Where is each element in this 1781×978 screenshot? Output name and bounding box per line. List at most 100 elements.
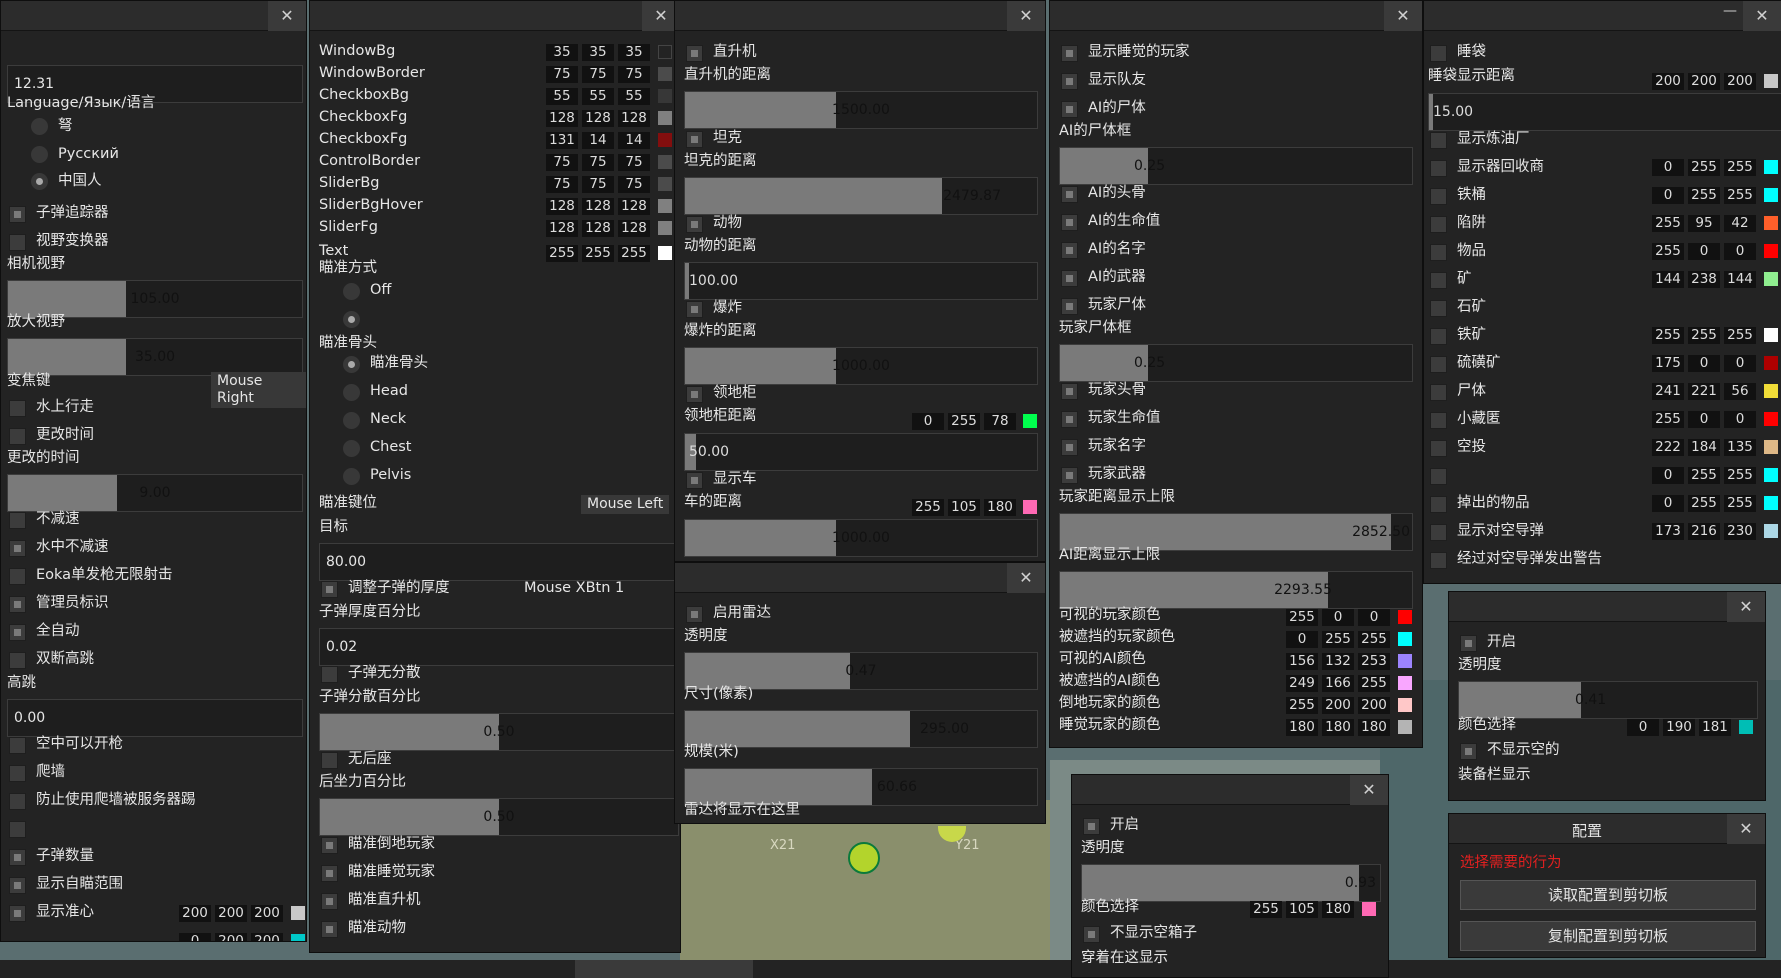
color-swatch[interactable] xyxy=(1398,720,1412,734)
player-corpse-slider[interactable]: 0.25 xyxy=(1059,344,1413,382)
color-g[interactable]: 95 xyxy=(1688,215,1720,232)
color-swatch[interactable] xyxy=(658,155,672,169)
color-b[interactable]: 78 xyxy=(984,413,1016,430)
radio-lang-2[interactable] xyxy=(31,146,48,163)
color-swatch[interactable] xyxy=(658,177,672,191)
team-checkbox[interactable] xyxy=(1061,73,1078,90)
color-b[interactable]: 128 xyxy=(618,220,650,237)
radio-lang-1[interactable] xyxy=(31,118,48,135)
color-b[interactable]: 255 xyxy=(1724,327,1756,344)
animal-checkbox[interactable] xyxy=(686,216,703,233)
color-b[interactable]: 35 xyxy=(618,44,650,61)
color-r[interactable]: 255 xyxy=(1652,411,1684,428)
load-config-button[interactable]: 读取配置到剪切板 xyxy=(1460,880,1756,910)
bottom-tab[interactable] xyxy=(575,960,753,978)
color-swatch[interactable] xyxy=(658,133,672,147)
bullet-thick-key[interactable]: Mouse XBtn 1 xyxy=(524,579,624,597)
color-g[interactable]: 221 xyxy=(1688,383,1720,400)
color-g[interactable]: 35 xyxy=(582,44,614,61)
cupboard-checkbox[interactable] xyxy=(686,386,703,403)
vehicle-checkbox[interactable] xyxy=(686,472,703,489)
color-r[interactable]: 75 xyxy=(546,176,578,193)
color-r[interactable]: 249 xyxy=(1286,675,1318,692)
color-g[interactable]: 255 xyxy=(1688,495,1720,512)
bone-radio-neck[interactable] xyxy=(343,412,360,429)
color-g[interactable]: 255 xyxy=(582,245,614,262)
refinery-checkbox[interactable] xyxy=(1430,132,1447,149)
copy-config-button[interactable]: 复制配置到剪切板 xyxy=(1460,921,1756,951)
close-icon[interactable]: ✕ xyxy=(1007,1,1045,31)
color-swatch[interactable] xyxy=(1398,654,1412,668)
aim-mode-radio-2[interactable] xyxy=(343,311,360,328)
color-r[interactable]: 175 xyxy=(1652,355,1684,372)
color-b[interactable]: 255 xyxy=(1724,495,1756,512)
title-bar[interactable]: ✕ xyxy=(675,563,1045,593)
color-r[interactable]: 0 xyxy=(1652,159,1684,176)
item-checkbox[interactable] xyxy=(1430,244,1447,261)
color-g[interactable]: 200 xyxy=(1688,73,1720,90)
item-checkbox[interactable] xyxy=(1430,440,1447,457)
admin-flag-checkbox[interactable] xyxy=(9,596,26,613)
color-r[interactable]: 128 xyxy=(546,220,578,237)
color-swatch[interactable] xyxy=(658,111,672,125)
color-swatch[interactable] xyxy=(1764,412,1778,426)
eoka-checkbox[interactable] xyxy=(9,568,26,585)
aim-key-button[interactable]: Mouse Left xyxy=(581,495,670,514)
box-opacity-slider[interactable]: 0.93 xyxy=(1081,864,1381,902)
double-jump-checkbox[interactable] xyxy=(9,652,26,669)
color-b[interactable]: 181 xyxy=(1699,719,1731,736)
title-bar[interactable]: ✕ xyxy=(1,1,306,31)
color-g[interactable]: 128 xyxy=(582,110,614,127)
vehicle-dist-slider[interactable]: 1000.00 xyxy=(684,519,1038,557)
color-r[interactable]: 0 xyxy=(1652,467,1684,484)
ai-name-checkbox[interactable] xyxy=(1061,242,1078,259)
color-r[interactable]: 200 xyxy=(179,905,211,922)
color-b[interactable]: 255 xyxy=(1724,467,1756,484)
color-b[interactable]: 56 xyxy=(1724,383,1756,400)
color-swatch[interactable] xyxy=(1764,468,1778,482)
color-swatch[interactable] xyxy=(1739,720,1753,734)
color-r[interactable]: 0 xyxy=(912,413,944,430)
water-no-slow-checkbox[interactable] xyxy=(9,540,26,557)
anti-climb-kick-checkbox[interactable] xyxy=(9,793,26,810)
color-r[interactable]: 35 xyxy=(546,44,578,61)
color-r[interactable]: 75 xyxy=(546,154,578,171)
color-g[interactable]: 190 xyxy=(1663,719,1695,736)
color-b[interactable]: 255 xyxy=(618,245,650,262)
color-b[interactable]: 255 xyxy=(1358,675,1390,692)
player-head-checkbox[interactable] xyxy=(1061,383,1078,400)
climb-checkbox[interactable] xyxy=(9,765,26,782)
recoil-slider[interactable]: 0.50 xyxy=(319,798,679,836)
color-b[interactable]: 42 xyxy=(1724,215,1756,232)
title-bar[interactable]: 配置 ✕ xyxy=(1449,814,1765,844)
color-swatch[interactable] xyxy=(1764,440,1778,454)
tank-dist-slider[interactable]: 2479.87 xyxy=(684,177,1038,215)
item-checkbox[interactable] xyxy=(1430,272,1447,289)
color-r[interactable]: 173 xyxy=(1652,523,1684,540)
color-r[interactable]: 200 xyxy=(1652,73,1684,90)
color-swatch[interactable] xyxy=(658,67,672,81)
color-g[interactable]: 0 xyxy=(1688,411,1720,428)
close-icon[interactable]: ✕ xyxy=(1743,1,1781,31)
sam-warning-checkbox[interactable] xyxy=(1430,552,1447,569)
bullet-tracker-checkbox[interactable] xyxy=(9,206,26,223)
color-b[interactable]: 0 xyxy=(1358,609,1390,626)
color-g[interactable]: 105 xyxy=(948,499,980,516)
time-slider[interactable]: 9.00 xyxy=(7,474,303,512)
aim-sleeping-checkbox[interactable] xyxy=(321,865,338,882)
inventory-opacity-slider[interactable]: 0.41 xyxy=(1458,681,1758,719)
color-b[interactable]: 255 xyxy=(1358,631,1390,648)
color-swatch[interactable] xyxy=(1398,698,1412,712)
tank-checkbox[interactable] xyxy=(686,131,703,148)
player-health-checkbox[interactable] xyxy=(1061,411,1078,428)
color-swatch[interactable] xyxy=(1764,74,1778,88)
color-r[interactable]: 0 xyxy=(179,933,211,941)
thick-pct-field[interactable]: 0.02 xyxy=(319,628,679,666)
item-checkbox[interactable] xyxy=(1430,496,1447,513)
ai-corpse-slider[interactable]: 0.25 xyxy=(1059,147,1413,185)
item-checkbox[interactable] xyxy=(1430,468,1447,485)
color-swatch[interactable] xyxy=(1764,384,1778,398)
title-bar[interactable]: ✕ xyxy=(1449,592,1765,622)
color-g[interactable]: 166 xyxy=(1322,675,1354,692)
color-r[interactable]: 144 xyxy=(1652,271,1684,288)
